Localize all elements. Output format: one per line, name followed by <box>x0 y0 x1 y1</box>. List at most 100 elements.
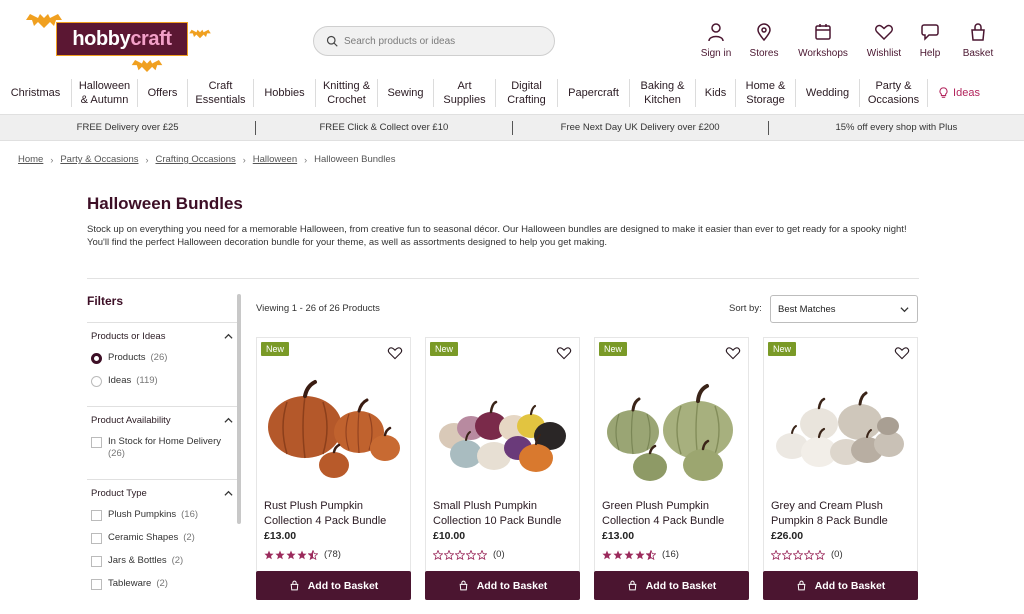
breadcrumb-party-occasions[interactable]: Party & Occasions <box>60 154 138 165</box>
product-image[interactable] <box>595 364 750 494</box>
product-price: £13.00 <box>264 530 297 542</box>
basket-link[interactable]: Basket <box>952 22 1004 62</box>
filter-group-header[interactable]: Products or Ideas <box>91 331 233 342</box>
review-count[interactable]: (0) <box>831 549 843 560</box>
nav-item-knitting-crochet[interactable]: Knitting & Crochet <box>316 79 378 107</box>
star-filled-icon <box>297 550 307 559</box>
nav-item-ideas[interactable]: Ideas <box>928 79 990 107</box>
wishlist-link[interactable]: Wishlist <box>860 22 908 62</box>
review-count[interactable]: (0) <box>493 549 505 560</box>
filter-option-label: Tableware <box>108 578 152 589</box>
product-price: £10.00 <box>433 530 466 542</box>
filter-option-in-stock[interactable]: In Stock for Home Delivery (26) <box>91 436 233 460</box>
checkbox[interactable] <box>91 556 102 567</box>
product-name[interactable]: Small Plush Pumpkin Collection 10 Pack B… <box>433 499 573 529</box>
nav-label: Supplies <box>443 94 486 106</box>
nav-label: Kids <box>704 87 727 99</box>
product-card[interactable]: New Small Plush Pumpkin Collection 10 Pa… <box>425 337 580 600</box>
sort-dropdown[interactable]: Best Matches <box>770 295 918 323</box>
nav-label: Sewing <box>387 87 424 99</box>
nav-item-hobbies[interactable]: Hobbies <box>254 79 316 107</box>
nav-item-party-occasions[interactable]: Party & Occasions <box>860 79 928 107</box>
filter-option-count: (2) <box>171 555 184 566</box>
product-name[interactable]: Rust Plush Pumpkin Collection 4 Pack Bun… <box>264 499 404 529</box>
product-card[interactable]: New Grey and Cream Plush Pumpkin 8 Pack … <box>763 337 918 600</box>
promo-plus[interactable]: 15% off every shop with Plus <box>769 121 1024 135</box>
filter-option-tableware[interactable]: Tableware (2) <box>91 578 233 590</box>
radio-unselected[interactable] <box>91 376 102 387</box>
breadcrumb-crafting-occasions[interactable]: Crafting Occasions <box>155 154 235 165</box>
promo-next-day[interactable]: Free Next Day UK Delivery over £200 <box>513 120 769 135</box>
stores-link[interactable]: Stores <box>742 22 786 62</box>
hobbycraft-logo[interactable]: hobbycraft <box>20 8 220 72</box>
chevron-up-icon <box>224 333 233 339</box>
nav-item-offers[interactable]: Offers <box>138 79 188 107</box>
filter-group-header[interactable]: Product Availability <box>91 415 233 426</box>
wishlist-heart-icon[interactable] <box>725 345 741 361</box>
workshops-link[interactable]: Workshops <box>786 22 860 62</box>
checkbox[interactable] <box>91 510 102 521</box>
nav-item-halloween-autumn[interactable]: Halloween & Autumn <box>72 79 138 107</box>
heart-icon <box>875 24 893 41</box>
breadcrumb-halloween[interactable]: Halloween <box>253 154 297 165</box>
wishlist-heart-icon[interactable] <box>387 345 403 361</box>
product-card[interactable]: New Green Plush Pumpkin Collection 4 Pac… <box>594 337 749 600</box>
bat-icon <box>131 60 163 72</box>
filter-option-jars-bottles[interactable]: Jars & Bottles (2) <box>91 555 233 567</box>
review-count[interactable]: (78) <box>324 549 341 560</box>
add-to-basket-button[interactable]: Add to Basket <box>594 571 749 600</box>
product-name[interactable]: Green Plush Pumpkin Collection 4 Pack Bu… <box>602 499 742 529</box>
chevron-right-icon: › <box>242 154 246 165</box>
nav-item-sewing[interactable]: Sewing <box>378 79 434 107</box>
nav-item-craft-essentials[interactable]: Craft Essentials <box>188 79 254 107</box>
product-image[interactable] <box>257 364 412 494</box>
nav-label: Storage <box>746 94 785 106</box>
nav-item-christmas[interactable]: Christmas <box>0 79 72 107</box>
star-empty-icon <box>782 549 792 560</box>
filter-option-products[interactable]: Products (26) <box>91 352 233 364</box>
filters-scrollbar[interactable] <box>237 294 241 524</box>
help-link[interactable]: Help <box>908 22 952 62</box>
nav-item-digital-crafting[interactable]: Digital Crafting <box>496 79 558 107</box>
product-name[interactable]: Grey and Cream Plush Pumpkin 8 Pack Bund… <box>771 499 911 529</box>
add-to-basket-button[interactable]: Add to Basket <box>763 571 918 600</box>
breadcrumb-home[interactable]: Home <box>18 154 43 165</box>
star-half-icon <box>646 549 656 560</box>
review-count[interactable]: (16) <box>662 549 679 560</box>
star-filled-icon <box>624 550 634 559</box>
filter-option-ceramic-shapes[interactable]: Ceramic Shapes (2) <box>91 532 233 544</box>
page-description: Stock up on everything you need for a me… <box>87 224 907 248</box>
wishlist-heart-icon[interactable] <box>894 345 910 361</box>
filter-option-label: Plush Pumpkins <box>108 509 177 520</box>
nav-label: Party & <box>875 80 912 92</box>
search-input[interactable] <box>344 35 544 47</box>
add-to-basket-label: Add to Basket <box>476 579 548 592</box>
filter-group-header[interactable]: Product Type <box>91 488 233 499</box>
nav-item-baking-kitchen[interactable]: Baking & Kitchen <box>630 79 696 107</box>
sign-in-link[interactable]: Sign in <box>690 22 742 62</box>
promo-free-delivery[interactable]: FREE Delivery over £25 <box>0 120 257 135</box>
basket-icon <box>628 580 637 591</box>
filter-option-ideas[interactable]: Ideas (119) <box>91 375 233 387</box>
filter-option-plush-pumpkins[interactable]: Plush Pumpkins (16) <box>91 509 233 521</box>
promo-click-collect[interactable]: FREE Click & Collect over £10 <box>256 120 513 135</box>
add-to-basket-button[interactable]: Add to Basket <box>256 571 411 600</box>
nav-item-art-supplies[interactable]: Art Supplies <box>434 79 496 107</box>
radio-selected[interactable] <box>91 353 102 364</box>
nav-item-papercraft[interactable]: Papercraft <box>558 79 630 107</box>
product-card[interactable]: New Rust Plush Pumpkin Collection 4 Pack… <box>256 337 411 600</box>
star-filled-icon <box>275 550 285 559</box>
filter-option-count: (26) <box>108 448 125 459</box>
wishlist-heart-icon[interactable] <box>556 345 572 361</box>
nav-item-wedding[interactable]: Wedding <box>796 79 860 107</box>
checkbox[interactable] <box>91 579 102 590</box>
nav-label: Art <box>457 80 472 92</box>
nav-item-kids[interactable]: Kids <box>696 79 736 107</box>
product-image[interactable] <box>764 364 919 494</box>
product-image[interactable] <box>426 364 581 494</box>
checkbox[interactable] <box>91 533 102 544</box>
add-to-basket-button[interactable]: Add to Basket <box>425 571 580 600</box>
checkbox[interactable] <box>91 437 102 448</box>
nav-item-home-storage[interactable]: Home & Storage <box>736 79 796 107</box>
search-bar[interactable] <box>313 26 555 56</box>
